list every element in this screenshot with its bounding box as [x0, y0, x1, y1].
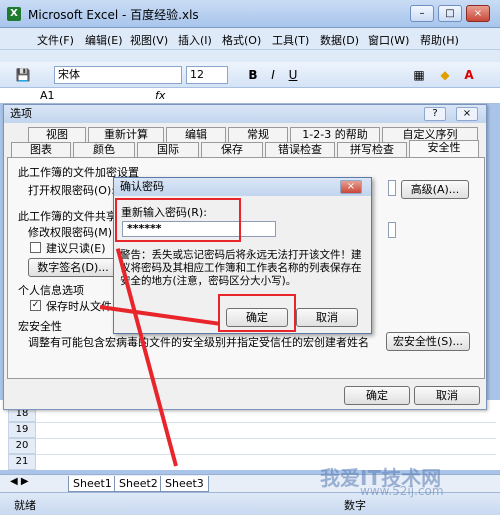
borders-icon[interactable]: ▦: [410, 66, 428, 84]
tab-general[interactable]: 常规: [228, 127, 288, 142]
macro-description: 调整有可能包含宏病毒的文件的安全级别并指定受信任的宏创建者姓名。: [28, 336, 368, 349]
macro-security-button[interactable]: 宏安全性(S)...: [386, 332, 470, 351]
readonly-label: 建议只读(E): [46, 242, 106, 255]
options-ok-button[interactable]: 确定: [344, 386, 410, 405]
menu-edit[interactable]: 编辑(E): [85, 32, 123, 48]
formula-bar: A1 fx: [0, 88, 500, 104]
menu-bar: 文件(F) 编辑(E) 视图(V) 插入(I) 格式(O) 工具(T) 数据(D…: [0, 28, 500, 50]
menu-tools[interactable]: 工具(T): [272, 32, 309, 48]
underline-button[interactable]: U: [284, 66, 302, 84]
modify-password-field[interactable]: [388, 222, 396, 238]
remove-info-checkbox[interactable]: ✓: [30, 300, 41, 311]
tab-save[interactable]: 保存: [201, 142, 263, 157]
confirm-cancel-button[interactable]: 取消: [296, 308, 358, 327]
menu-data[interactable]: 数据(D): [320, 32, 359, 48]
status-ready: 就绪: [14, 499, 36, 512]
grid-line: [36, 454, 496, 455]
sheet-tab-3[interactable]: Sheet3: [160, 476, 209, 492]
open-password-field[interactable]: [388, 180, 396, 196]
ok-highlight-box: [218, 294, 296, 332]
grid-line: [36, 422, 496, 423]
menu-format[interactable]: 格式(O): [222, 32, 261, 48]
excel-icon: X: [7, 7, 21, 21]
close-window-button[interactable]: ×: [466, 5, 490, 22]
name-box[interactable]: A1: [40, 89, 55, 102]
password-warning-text: 警告：丢失或忘记密码后将永远无法打开该文件！建议将密码及其相应工作簿和工作表名称…: [120, 249, 362, 287]
help-icon[interactable]: ?: [424, 107, 446, 121]
advanced-button[interactable]: 高级(A)...: [401, 180, 469, 199]
privacy-section-label: 个人信息选项: [18, 284, 84, 297]
password-highlight-box: [115, 198, 241, 242]
font-color-icon[interactable]: A: [460, 66, 478, 84]
macro-section-label: 宏安全性: [18, 320, 62, 333]
confirm-dialog-title: 确认密码: [114, 178, 371, 196]
menu-window[interactable]: 窗口(W): [368, 32, 409, 48]
menu-view[interactable]: 视图(V): [130, 32, 168, 48]
sheet-tab-2[interactable]: Sheet2: [114, 476, 163, 492]
tab-security[interactable]: 安全性: [409, 140, 479, 157]
row-header[interactable]: 20: [8, 438, 36, 454]
menu-bar-spacer: [0, 50, 500, 62]
tab-lotus-help[interactable]: 1-2-3 的帮助: [290, 127, 380, 142]
open-password-label: 打开权限密码(O):: [28, 184, 115, 197]
options-cancel-button[interactable]: 取消: [414, 386, 480, 405]
menu-insert[interactable]: 插入(I): [178, 32, 212, 48]
menu-help[interactable]: 帮助(H): [420, 32, 459, 48]
status-numlock: 数字: [344, 499, 366, 512]
tab-spelling[interactable]: 拼写检查: [337, 142, 407, 157]
readonly-checkbox[interactable]: [30, 242, 41, 253]
grid-line: [36, 438, 496, 439]
tab-international[interactable]: 国际: [137, 142, 199, 157]
tab-error-check[interactable]: 错误检查: [265, 142, 335, 157]
modify-password-label: 修改权限密码(M):: [28, 226, 116, 239]
digital-signature-button[interactable]: 数字签名(D)...: [28, 258, 118, 277]
window-title-bar: X Microsoft Excel - 百度经验.xls – □ ×: [0, 0, 500, 28]
fill-color-icon[interactable]: ◆: [436, 66, 454, 84]
window-title: Microsoft Excel - 百度经验.xls: [28, 8, 199, 22]
maximize-button[interactable]: □: [438, 5, 462, 22]
options-dialog-title: 选项: [4, 105, 486, 123]
tab-recalc[interactable]: 重新计算: [88, 127, 164, 142]
watermark-url: www.52ij.com: [360, 484, 444, 498]
tab-edit[interactable]: 编辑: [166, 127, 226, 142]
italic-button[interactable]: I: [264, 66, 282, 84]
minimize-button[interactable]: –: [410, 5, 434, 22]
options-close-button[interactable]: ×: [456, 107, 478, 121]
font-name-select[interactable]: 宋体: [54, 66, 182, 84]
font-size-select[interactable]: 12: [186, 66, 228, 84]
worksheet-grid[interactable]: 18 19 20 21: [0, 400, 500, 470]
save-icon[interactable]: 💾: [14, 66, 32, 84]
sheet-tab-1[interactable]: Sheet1: [68, 476, 117, 492]
tab-scroll-icon[interactable]: ◀ ▶: [10, 476, 29, 487]
tab-view[interactable]: 视图: [28, 127, 86, 142]
confirm-close-button[interactable]: ×: [340, 180, 362, 194]
menu-file[interactable]: 文件(F): [37, 32, 74, 48]
bold-button[interactable]: B: [244, 66, 262, 84]
tab-chart[interactable]: 图表: [11, 142, 71, 157]
fx-icon[interactable]: fx: [155, 89, 165, 102]
tab-color[interactable]: 颜色: [73, 142, 135, 157]
row-header[interactable]: 19: [8, 422, 36, 438]
formatting-toolbar: 💾 宋体 12 B I U ▦ ◆ A: [0, 62, 500, 88]
row-header[interactable]: 21: [8, 454, 36, 470]
